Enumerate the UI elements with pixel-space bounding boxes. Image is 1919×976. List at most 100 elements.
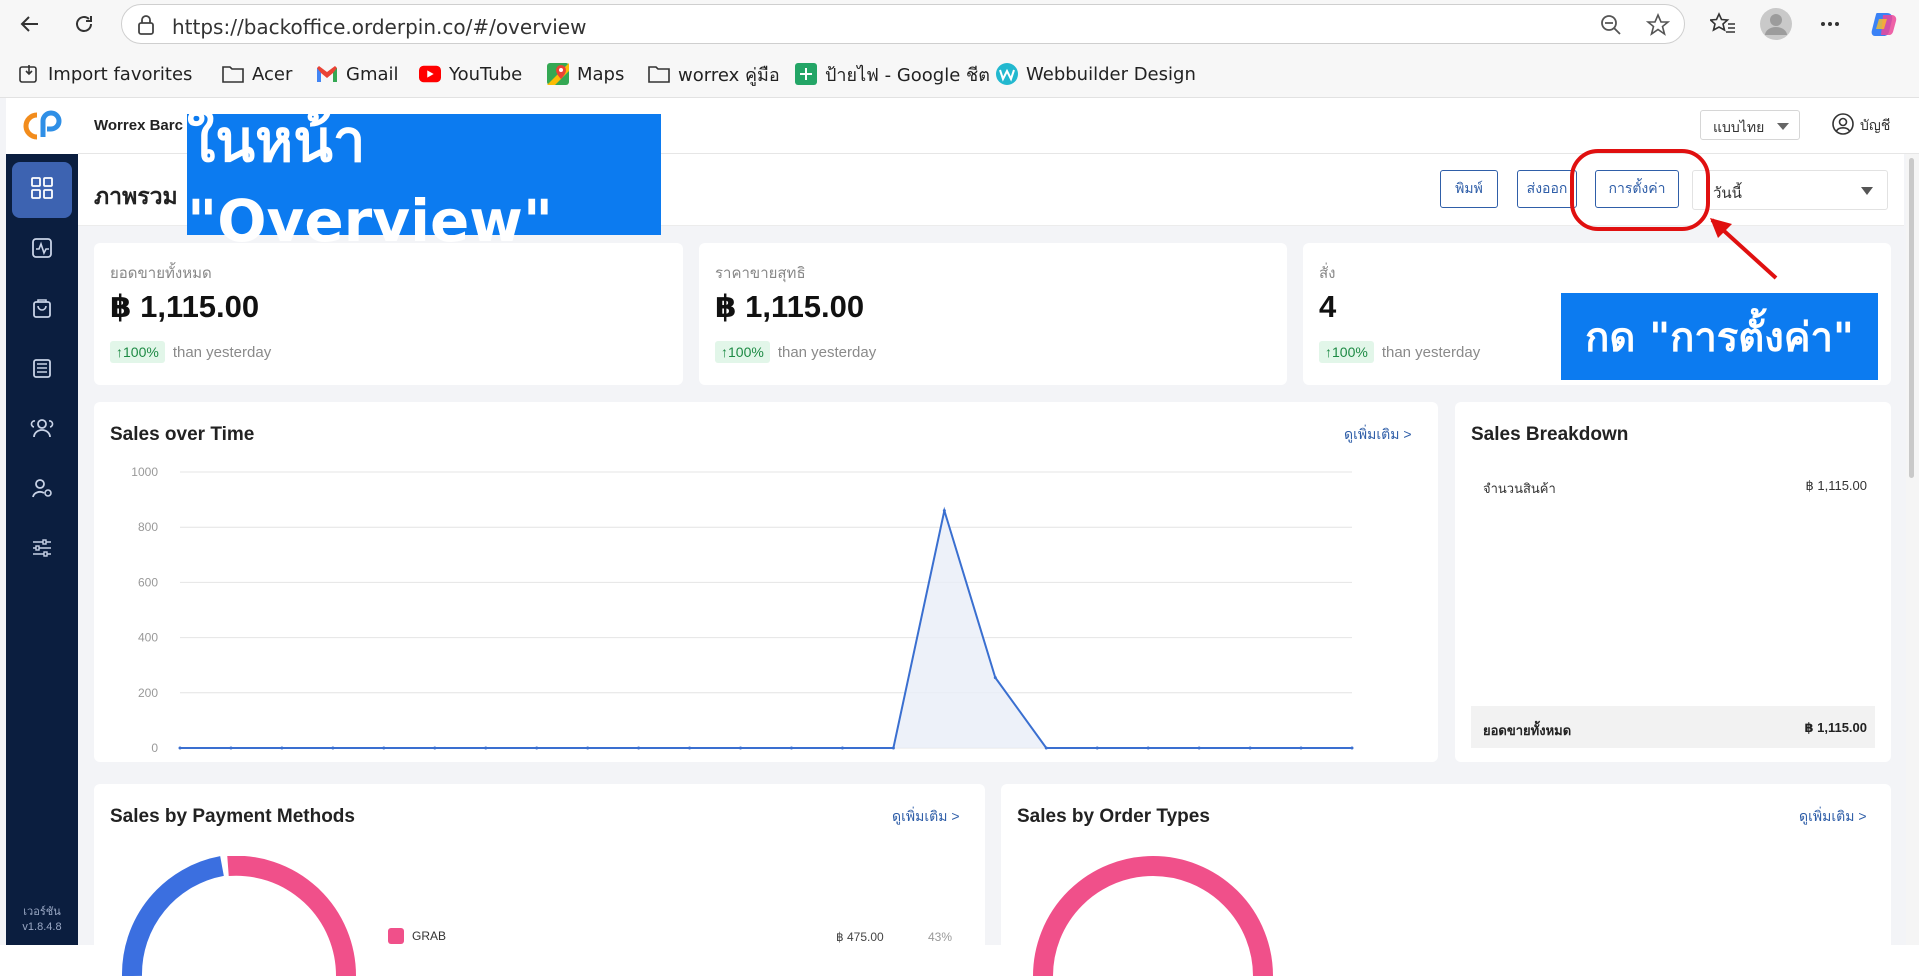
- data-point[interactable]: [382, 746, 386, 750]
- sidebar-item-staff[interactable]: [12, 462, 72, 518]
- sliders-icon: [31, 537, 53, 564]
- data-point[interactable]: [1095, 746, 1099, 750]
- highlight-ring: [1570, 149, 1710, 231]
- see-more-link[interactable]: ดูเพิ่มเติม >: [892, 806, 960, 828]
- data-point[interactable]: [637, 746, 641, 750]
- account-menu[interactable]: บัญชี: [1832, 113, 1890, 138]
- dashboard-icon: [30, 176, 54, 205]
- legend-item: GRAB: [388, 928, 446, 944]
- order-types-card: Sales by Order Types ดูเพิ่มเติม >: [1001, 784, 1891, 976]
- data-point[interactable]: [1197, 746, 1201, 750]
- breakdown-total-value: ฿ 1,115.00: [1804, 720, 1867, 735]
- favorites-list-icon[interactable]: [1705, 6, 1741, 42]
- reload-button[interactable]: [66, 6, 102, 42]
- page-title: ภาพรวม: [94, 183, 178, 209]
- bookmark-import-favorites[interactable]: Import favorites: [18, 62, 192, 86]
- more-menu-icon[interactable]: [1812, 6, 1848, 42]
- annotation-overview-note: ในหน้า "Overview": [187, 107, 661, 255]
- y-tick-label: 200: [138, 686, 158, 700]
- language-select[interactable]: แบบไทย: [1700, 110, 1800, 140]
- page-scrollbar[interactable]: [1906, 154, 1919, 945]
- profile-avatar[interactable]: [1758, 6, 1794, 42]
- maps-icon: [547, 63, 569, 85]
- kpi-card-total-sales: ยอดขายทั้งหมด ฿ 1,115.00 ↑100% than yest…: [94, 243, 683, 385]
- orderpin-logo[interactable]: [6, 98, 78, 154]
- delta-badge: ↑100%: [110, 341, 165, 363]
- bookmark-google-sheets[interactable]: ป้ายไฟ - Google ชีต: [795, 62, 990, 86]
- series-area: [180, 510, 1352, 748]
- card-title: Sales by Payment Methods: [110, 806, 355, 827]
- data-point[interactable]: [993, 676, 997, 680]
- address-bar[interactable]: https://backoffice.orderpin.co/#/overvie…: [121, 4, 1685, 44]
- date-range-select[interactable]: วันนี้: [1692, 170, 1888, 210]
- store-name: Worrex Barc: [94, 117, 183, 134]
- data-point[interactable]: [280, 746, 284, 750]
- legend-value: ฿ 475.00: [836, 930, 884, 944]
- y-tick-label: 0: [151, 741, 158, 755]
- data-point[interactable]: [1299, 746, 1303, 750]
- scrollbar-thumb[interactable]: [1909, 158, 1914, 478]
- data-point[interactable]: [942, 509, 946, 513]
- data-point[interactable]: [1146, 746, 1150, 750]
- data-point[interactable]: [433, 746, 437, 750]
- data-point[interactable]: [535, 746, 539, 750]
- zoom-out-icon[interactable]: [1600, 14, 1622, 41]
- folder-icon: [648, 63, 670, 85]
- bookmark-maps[interactable]: Maps: [547, 62, 624, 86]
- bookmark-gmail[interactable]: Gmail: [316, 62, 399, 86]
- see-more-link[interactable]: ดูเพิ่มเติม >: [1799, 806, 1867, 828]
- url-text[interactable]: https://backoffice.orderpin.co/#/overvie…: [172, 15, 586, 39]
- payment-donut-chart: [122, 856, 357, 976]
- sidebar-item-settings[interactable]: [12, 522, 72, 578]
- browser-toolbar: https://backoffice.orderpin.co/#/overvie…: [0, 0, 1919, 48]
- user-settings-icon: [31, 477, 53, 504]
- gmail-icon: [316, 63, 338, 85]
- data-point[interactable]: [484, 746, 488, 750]
- legend-percent: 43%: [928, 930, 953, 944]
- data-point[interactable]: [178, 746, 182, 750]
- data-point[interactable]: [1044, 746, 1048, 750]
- sidebar-item-products[interactable]: [12, 282, 72, 338]
- data-point[interactable]: [1248, 746, 1252, 750]
- bookmark-worrex-guide[interactable]: worrex คู่มือ: [648, 62, 780, 86]
- data-point[interactable]: [840, 746, 844, 750]
- chevron-down-icon: [1861, 187, 1873, 195]
- favorite-star-icon[interactable]: [1645, 12, 1671, 42]
- sidebar-item-customers[interactable]: [12, 402, 72, 458]
- y-tick-label: 600: [138, 575, 158, 589]
- bookmark-youtube[interactable]: YouTube: [419, 62, 522, 86]
- account-icon: [1832, 113, 1854, 138]
- data-point[interactable]: [739, 746, 743, 750]
- bag-icon: [31, 297, 53, 324]
- youtube-icon: [419, 63, 441, 85]
- lock-icon[interactable]: [136, 14, 156, 41]
- sales-line-chart: 0200400600800100018192021222300010203040…: [131, 465, 1354, 755]
- data-point[interactable]: [688, 746, 692, 750]
- legend-swatch: [388, 928, 404, 944]
- register-icon: [31, 357, 53, 384]
- sheets-icon: [795, 63, 817, 85]
- data-point[interactable]: [229, 746, 233, 750]
- export-button[interactable]: ส่งออก: [1517, 170, 1577, 208]
- data-point[interactable]: [891, 746, 895, 750]
- breakdown-total-label: ยอดขายทั้งหมด: [1483, 723, 1572, 738]
- sidebar-item-reports[interactable]: [12, 222, 72, 278]
- y-tick-label: 800: [138, 520, 158, 534]
- copilot-icon[interactable]: [1866, 6, 1902, 42]
- print-button[interactable]: พิมพ์: [1440, 170, 1498, 208]
- import-icon: [18, 63, 40, 85]
- data-point[interactable]: [789, 746, 793, 750]
- data-point[interactable]: [586, 746, 590, 750]
- bookmark-webbuilder[interactable]: Webbuilder Design: [996, 62, 1196, 86]
- activity-icon: [31, 237, 53, 264]
- kpi-value: 4: [1319, 289, 1337, 324]
- sidebar-item-dashboard[interactable]: [12, 162, 72, 218]
- data-point[interactable]: [331, 746, 335, 750]
- sidebar-item-pos[interactable]: [12, 342, 72, 398]
- back-button[interactable]: [12, 6, 48, 42]
- bookmark-acer[interactable]: Acer: [222, 62, 292, 86]
- version-info: เวอร์ชัน v1.8.4.8: [22, 906, 62, 933]
- sales-over-time-card: Sales over Time ดูเพิ่มเติม > 0 200 400 600…: [94, 402, 1438, 762]
- data-point[interactable]: [1350, 746, 1354, 750]
- folder-icon: [222, 63, 244, 85]
